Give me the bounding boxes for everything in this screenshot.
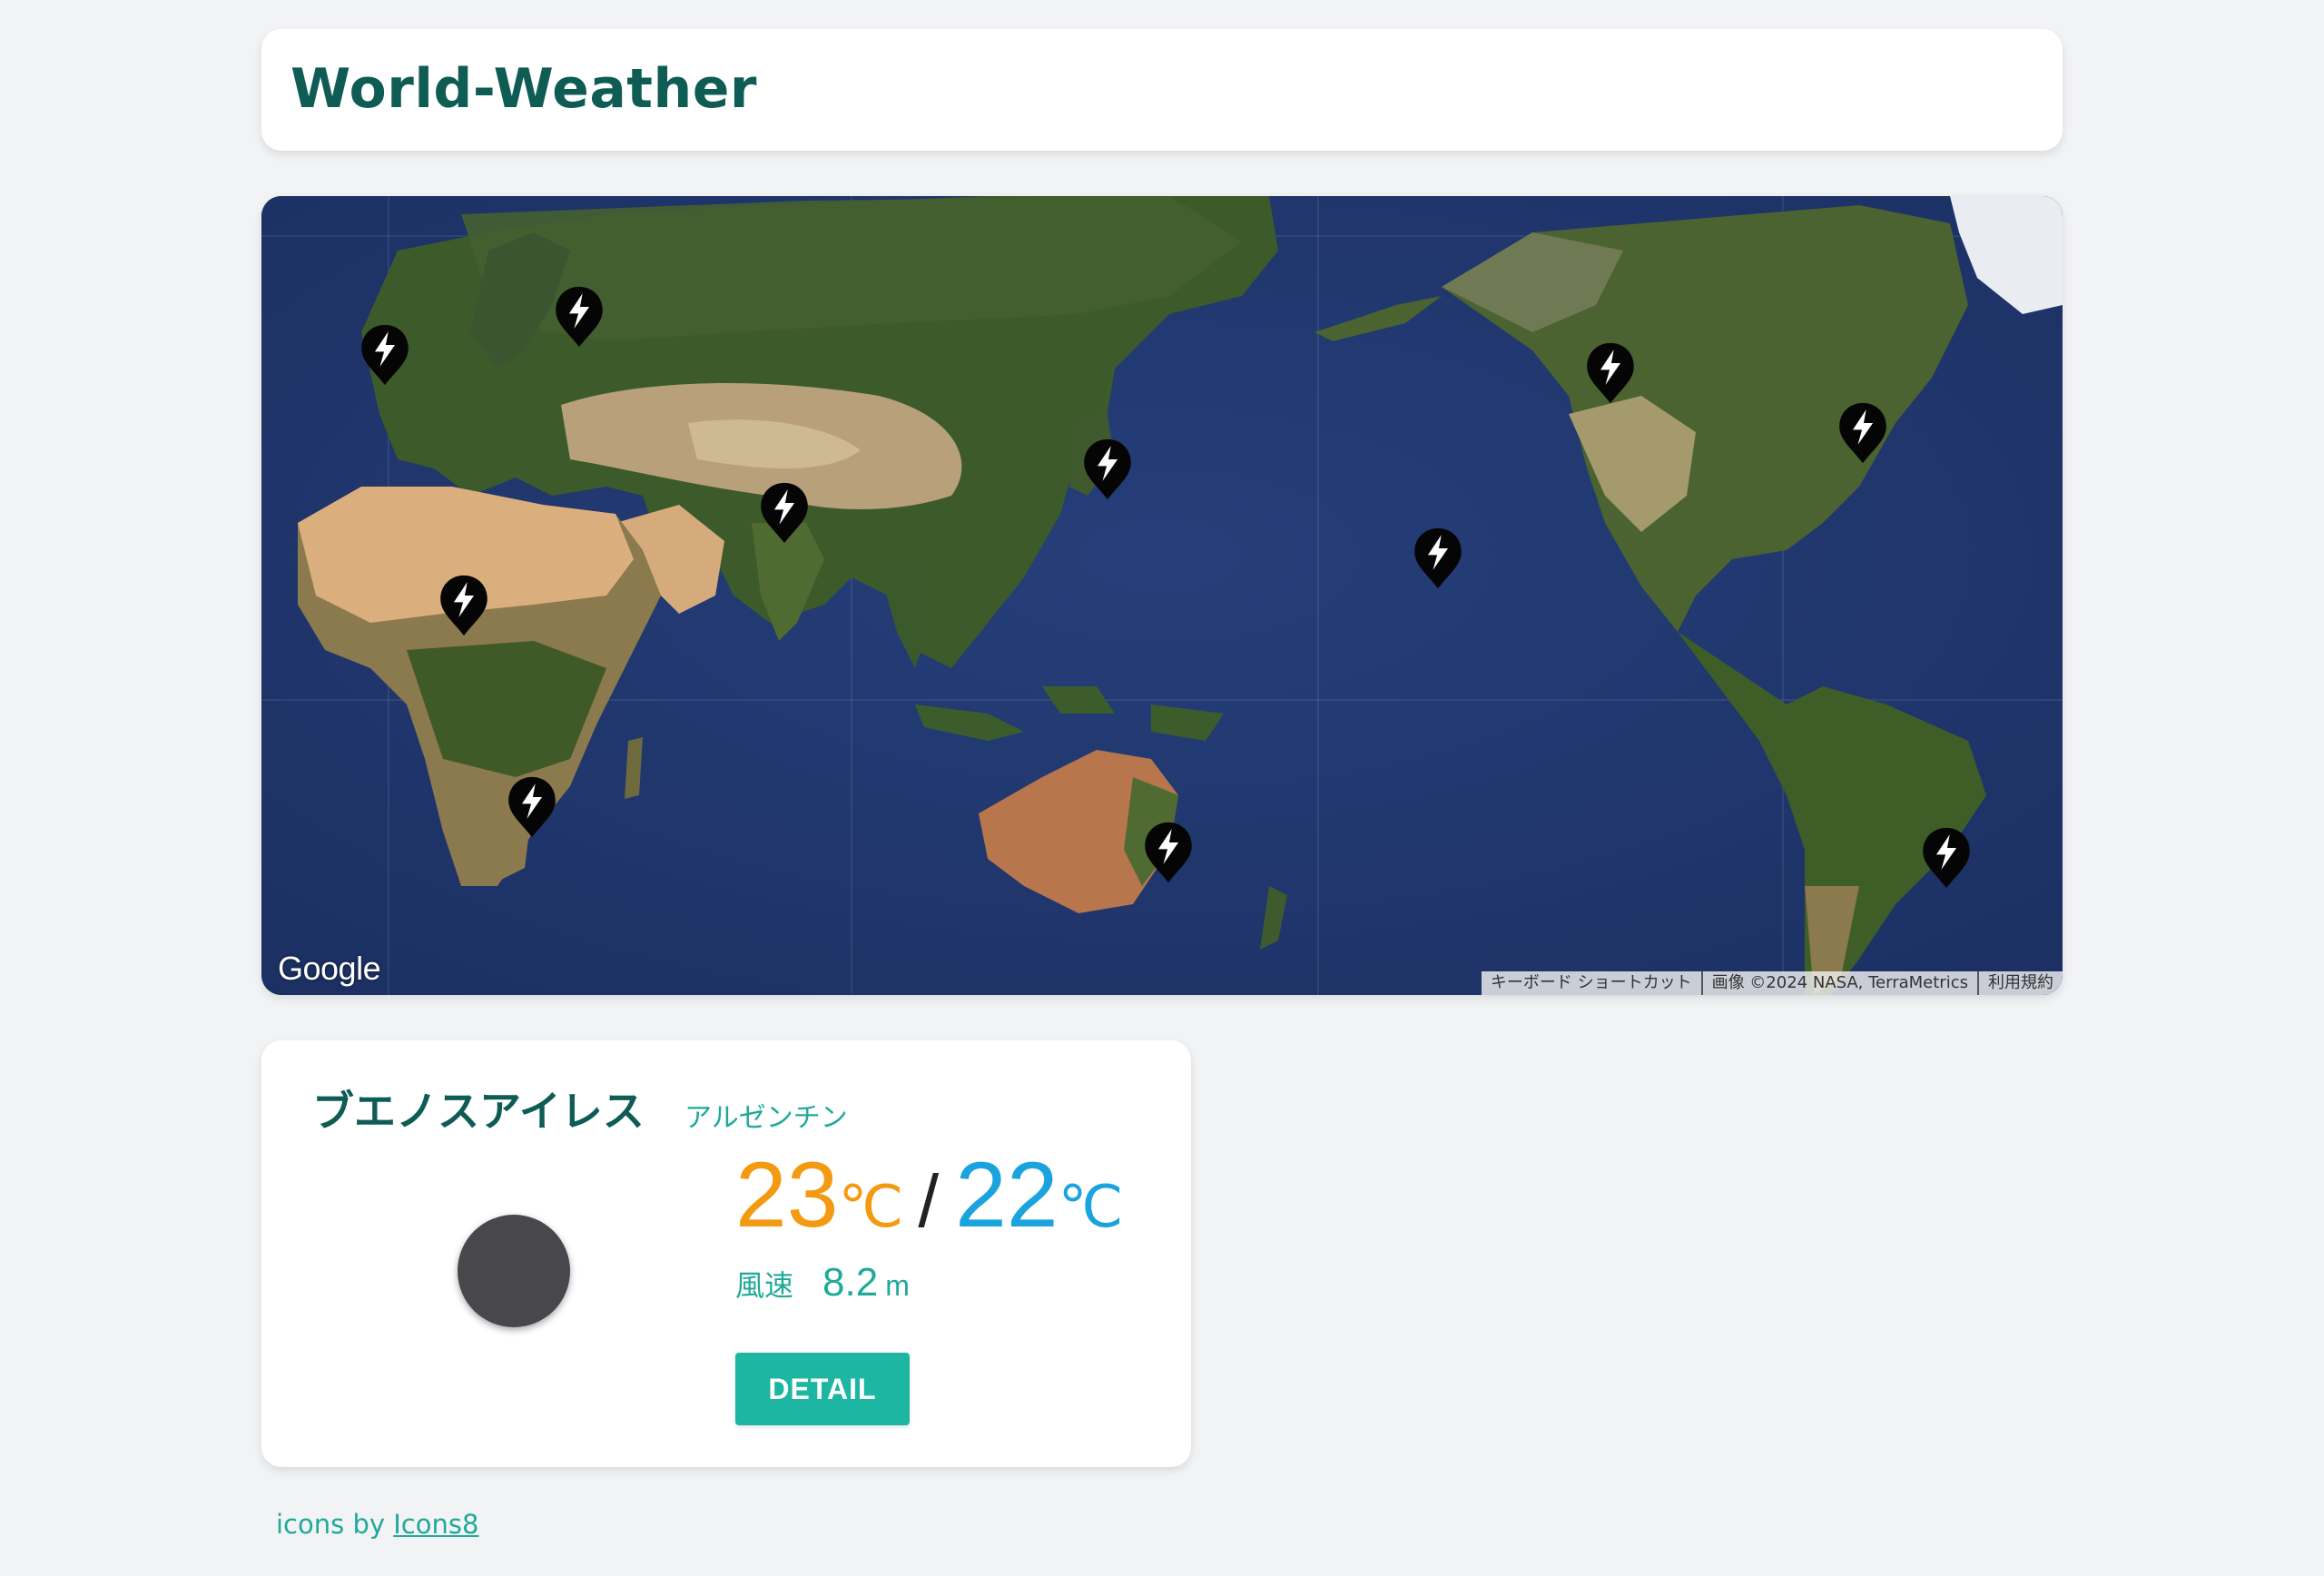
country-name: アルゼンチン xyxy=(684,1102,848,1134)
temp-min-unit: ℃ xyxy=(1058,1174,1124,1239)
terms-link[interactable]: 利用規約 xyxy=(1977,971,2063,995)
wind-unit: m xyxy=(885,1269,910,1302)
temp-max-unit: ℃ xyxy=(838,1174,904,1239)
temperature-display: 23 ℃ / 22 ℃ xyxy=(735,1140,1123,1249)
weather-card: ブエノスアイレス アルゼンチン 23 ℃ / 22 ℃ 風速 8.2 m DET… xyxy=(261,1040,1191,1467)
google-logo[interactable]: Google xyxy=(278,950,381,988)
city-name: ブエノスアイレス xyxy=(312,1087,645,1136)
temp-min-value: 22 xyxy=(955,1143,1059,1246)
app-root: World-Weather Google キーボード ショートカット 画像 ©2… xyxy=(0,0,2324,1576)
map-attribution: キーボード ショートカット 画像 ©2024 NASA, TerraMetric… xyxy=(1481,971,2063,995)
icons8-link[interactable]: Icons8 xyxy=(393,1509,478,1540)
header-card: World-Weather xyxy=(261,29,2063,151)
icons-credit: icons by Icons8 xyxy=(276,1509,478,1540)
imagery-credit: 画像 ©2024 NASA, TerraMetrics xyxy=(1700,971,1977,995)
detail-button[interactable]: DETAIL xyxy=(735,1353,910,1425)
temp-max-value: 23 xyxy=(735,1143,839,1246)
wind-label: 風速 xyxy=(735,1268,794,1303)
wind-value: 8.2 xyxy=(822,1260,879,1305)
weather-icon xyxy=(458,1215,570,1327)
temp-separator: / xyxy=(918,1160,940,1243)
credit-prefix: icons by xyxy=(276,1509,394,1540)
world-map[interactable]: Google キーボード ショートカット 画像 ©2024 NASA, Terr… xyxy=(261,196,2063,995)
map-satellite-imagery xyxy=(261,196,2063,995)
keyboard-shortcuts-link[interactable]: キーボード ショートカット xyxy=(1482,971,1701,995)
app-title: World-Weather xyxy=(290,57,757,121)
wind-speed: 風速 8.2 m xyxy=(735,1260,910,1305)
